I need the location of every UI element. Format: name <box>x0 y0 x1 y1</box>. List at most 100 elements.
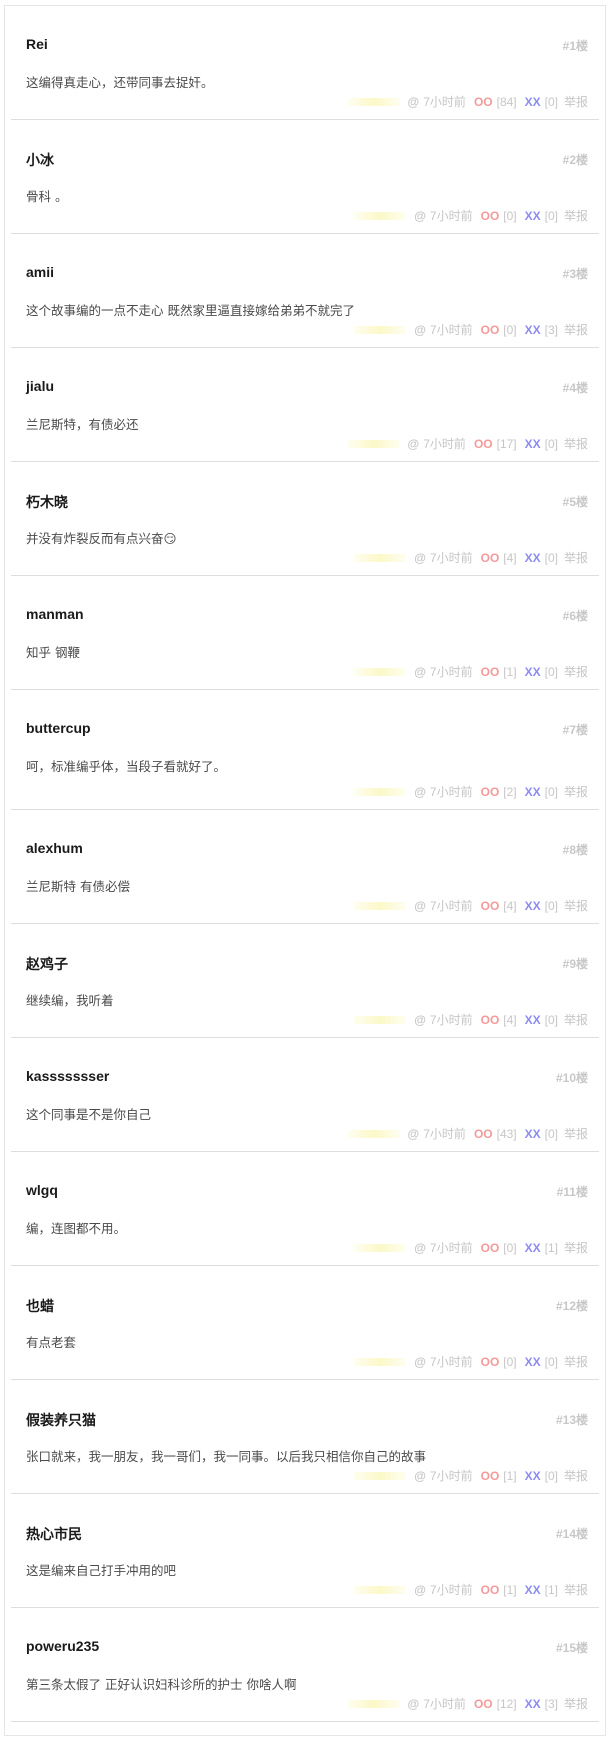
reply-at-button[interactable]: @ <box>414 551 426 565</box>
xx-vote-button[interactable]: XX <box>525 1583 541 1597</box>
oo-vote-button[interactable]: OO <box>481 1013 500 1027</box>
xx-vote-button[interactable]: XX <box>525 437 541 451</box>
floor-number[interactable]: #10楼 <box>556 1069 588 1086</box>
report-button[interactable]: 举报 <box>564 1011 588 1028</box>
floor-number[interactable]: #14楼 <box>556 1525 588 1542</box>
oo-vote-button[interactable]: OO <box>481 209 500 223</box>
xx-vote-button[interactable]: XX <box>525 785 541 799</box>
oo-vote-button[interactable]: OO <box>481 1241 500 1255</box>
oo-count: [17] <box>496 436 517 451</box>
floor-number[interactable]: #2楼 <box>563 151 588 168</box>
oo-vote-button[interactable]: OO <box>481 551 500 565</box>
floor-number[interactable]: #12楼 <box>556 1297 588 1314</box>
xx-count: [0] <box>544 1126 558 1141</box>
comment-author[interactable]: buttercup <box>26 720 91 736</box>
reply-at-button[interactable]: @ <box>408 95 420 109</box>
oo-vote-button[interactable]: OO <box>474 1697 493 1711</box>
xx-vote-button[interactable]: XX <box>525 1697 541 1711</box>
comment-item: kassssssser #10楼 这个同事是不是你自己 @7小时前 OO [43] XX [0… <box>11 1038 599 1152</box>
report-button[interactable]: 举报 <box>564 93 588 110</box>
report-button[interactable]: 举报 <box>564 549 588 566</box>
floor-number[interactable]: #13楼 <box>556 1411 588 1428</box>
report-button[interactable]: 举报 <box>564 1353 588 1370</box>
oo-count: [0] <box>503 1240 517 1255</box>
report-button[interactable]: 举报 <box>564 1467 588 1484</box>
floor-number[interactable]: #4楼 <box>563 379 588 396</box>
comment-author[interactable]: kassssssser <box>26 1068 109 1084</box>
comment-author[interactable]: jialu <box>26 378 54 394</box>
floor-number[interactable]: #6楼 <box>563 607 588 624</box>
report-button[interactable]: 举报 <box>564 1695 588 1712</box>
reply-at-button[interactable]: @ <box>414 209 426 223</box>
oo-vote-button[interactable]: OO <box>474 1127 493 1141</box>
xx-vote-button[interactable]: XX <box>525 551 541 565</box>
report-button[interactable]: 举报 <box>564 1239 588 1256</box>
reply-at-button[interactable]: @ <box>408 1697 420 1711</box>
xx-vote-button[interactable]: XX <box>525 665 541 679</box>
comment-item: 小冰 #2楼 骨科 。 @7小时前 OO [0] XX [0] 举报 <box>11 120 599 234</box>
reply-at-button[interactable]: @ <box>414 1241 426 1255</box>
xx-vote-button[interactable]: XX <box>525 209 541 223</box>
reply-at-button[interactable]: @ <box>414 785 426 799</box>
oo-count: [0] <box>503 1354 517 1369</box>
report-button[interactable]: 举报 <box>564 1125 588 1142</box>
comment-author[interactable]: 赵鸡子 <box>26 954 68 974</box>
report-button[interactable]: 举报 <box>564 1581 588 1598</box>
report-button[interactable]: 举报 <box>564 783 588 800</box>
reply-at-button[interactable]: @ <box>408 437 420 451</box>
floor-number[interactable]: #1楼 <box>563 37 588 54</box>
reply-at-button[interactable]: @ <box>414 1469 426 1483</box>
floor-number[interactable]: #7楼 <box>563 721 588 738</box>
comment-time: 7小时前 <box>429 899 473 913</box>
xx-vote-button[interactable]: XX <box>525 95 541 109</box>
floor-number[interactable]: #9楼 <box>563 955 588 972</box>
report-button[interactable]: 举报 <box>564 207 588 224</box>
floor-number[interactable]: #11楼 <box>557 1183 588 1200</box>
floor-number[interactable]: #3楼 <box>563 265 588 282</box>
comment-author[interactable]: wlgq <box>26 1182 58 1198</box>
reply-at-button[interactable]: @ <box>414 1583 426 1597</box>
oo-vote-button[interactable]: OO <box>481 665 500 679</box>
report-button[interactable]: 举报 <box>564 663 588 680</box>
oo-vote-button[interactable]: OO <box>481 785 500 799</box>
report-button[interactable]: 举报 <box>564 435 588 452</box>
comment-text: 张口就来，我一朋友，我一哥们，我一同事。以后我只相信你自己的故事 <box>26 1449 427 1464</box>
oo-vote-button[interactable]: OO <box>481 899 500 913</box>
comment-author[interactable]: manman <box>26 606 84 622</box>
xx-vote-button[interactable]: XX <box>525 1013 541 1027</box>
comment-author[interactable]: 小冰 <box>26 150 54 170</box>
comment-author[interactable]: Rei <box>26 36 48 52</box>
floor-number[interactable]: #8楼 <box>563 841 588 858</box>
comment-author[interactable]: alexhum <box>26 840 83 856</box>
xx-vote-button[interactable]: XX <box>525 1127 541 1141</box>
xx-vote-button[interactable]: XX <box>525 1355 541 1369</box>
oo-vote-button[interactable]: OO <box>474 437 493 451</box>
comment-author[interactable]: poweru235 <box>26 1638 99 1654</box>
comment-author[interactable]: 也蜡 <box>26 1296 54 1316</box>
floor-number[interactable]: #5楼 <box>563 493 588 510</box>
reply-at-button[interactable]: @ <box>408 1127 420 1141</box>
xx-vote-button[interactable]: XX <box>525 1469 541 1483</box>
oo-vote-button[interactable]: OO <box>481 1469 500 1483</box>
report-button[interactable]: 举报 <box>564 321 588 338</box>
comment-author[interactable]: 朽木晓 <box>26 492 68 512</box>
comment-author[interactable]: 假装养只猫 <box>26 1410 96 1430</box>
reply-at-button[interactable]: @ <box>414 323 426 337</box>
reply-at-button[interactable]: @ <box>414 665 426 679</box>
xx-vote-button[interactable]: XX <box>525 323 541 337</box>
xx-vote-button[interactable]: XX <box>525 899 541 913</box>
oo-vote-button[interactable]: OO <box>474 95 493 109</box>
xx-vote-button[interactable]: XX <box>525 1241 541 1255</box>
oo-vote-button[interactable]: OO <box>481 323 500 337</box>
oo-vote-button[interactable]: OO <box>481 1583 500 1597</box>
oo-vote-button[interactable]: OO <box>481 1355 500 1369</box>
floor-number[interactable]: #15楼 <box>556 1639 588 1656</box>
comment-author[interactable]: amii <box>26 264 54 280</box>
comment-text: 知乎 钢鞭 <box>26 645 80 660</box>
reply-at-button[interactable]: @ <box>414 899 426 913</box>
report-button[interactable]: 举报 <box>564 897 588 914</box>
comment-time: 7小时前 <box>429 1583 473 1597</box>
reply-at-button[interactable]: @ <box>414 1013 426 1027</box>
comment-author[interactable]: 热心市民 <box>26 1524 82 1544</box>
reply-at-button[interactable]: @ <box>414 1355 426 1369</box>
